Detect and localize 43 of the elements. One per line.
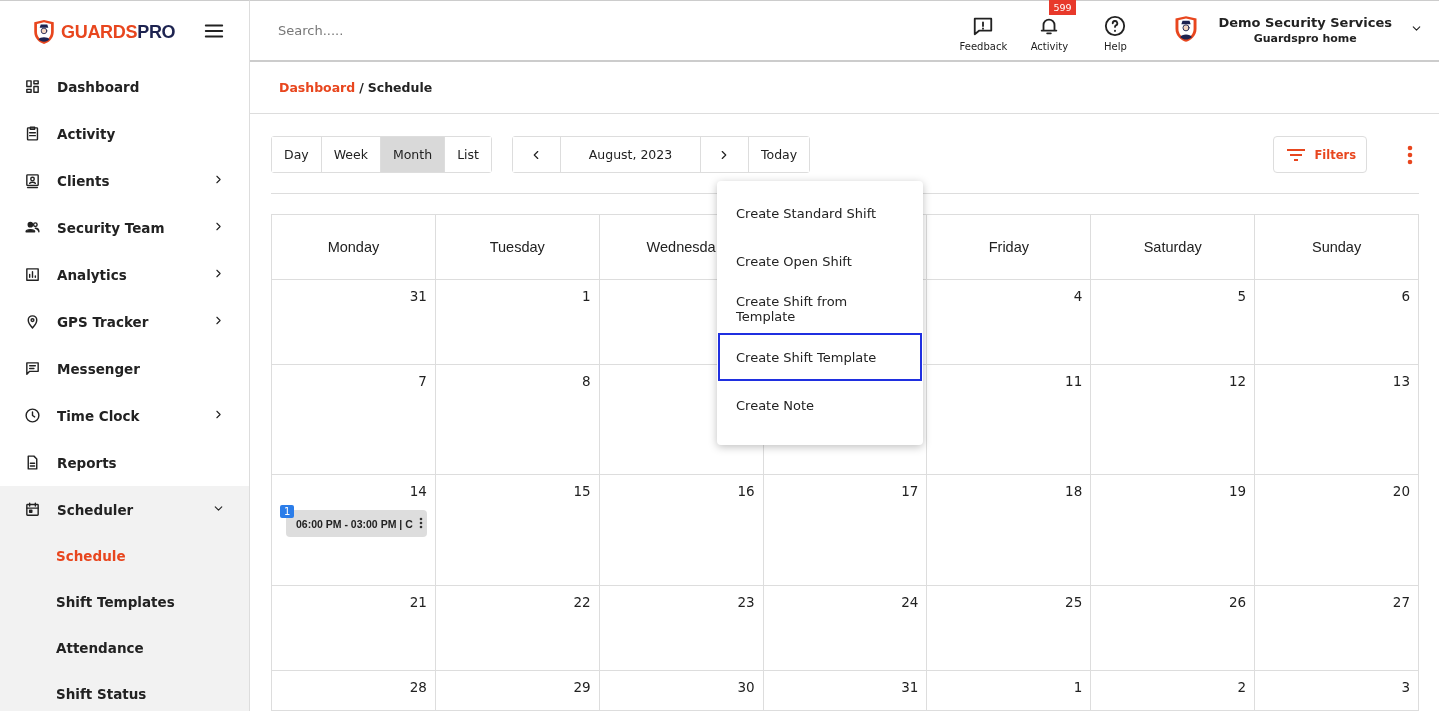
day-number: 22 [573,594,591,610]
day-number: 15 [573,483,591,499]
day-number: 14 [409,483,427,499]
day-number: 18 [1065,483,1083,499]
day-number: 2 [1237,679,1247,695]
day-number: 4 [1073,288,1083,304]
day-number: 7 [418,373,427,389]
day-number: 23 [737,594,755,610]
notification-badge: 599 [1049,0,1076,15]
weekday-header: Friday [927,215,1092,280]
breadcrumb-separator: / [359,79,364,95]
brand-logo-text: GUARDSPRO [61,21,176,43]
day-number: 1 [1073,679,1083,695]
shift-count-badge: 1 [280,505,295,518]
day-number: 17 [901,483,919,499]
day-number: 25 [1065,594,1083,610]
day-number: 26 [1228,594,1247,610]
day-number: 13 [1392,373,1410,389]
account-name: Demo Security Services [1218,15,1392,31]
day-number: 31 [409,288,427,304]
weekday-header: Saturday [1091,215,1256,280]
day-number: 11 [1065,373,1083,389]
day-number: 6 [1401,288,1410,304]
breadcrumb-current: Schedule [367,79,433,95]
day-number: 28 [409,679,427,695]
day-number: 5 [1237,288,1247,304]
day-number: 21 [409,594,427,610]
day-number: 1 [582,288,591,304]
weekday-header: Sunday [1255,215,1419,280]
account-subtitle: Guardspro home [1253,32,1357,46]
weekday-header: Tuesday [435,215,600,280]
day-number: 31 [901,679,919,695]
day-number: 3 [1401,679,1410,695]
day-number: 20 [1392,483,1410,499]
day-number: 30 [737,679,755,695]
day-number: 19 [1228,483,1247,499]
day-number: 29 [573,679,591,695]
weekday-header: Monday [272,215,436,280]
day-number: 16 [737,483,755,499]
day-number: 8 [582,373,591,389]
day-number: 12 [1228,373,1247,389]
day-number: 27 [1392,594,1410,610]
day-number: 24 [901,594,919,610]
